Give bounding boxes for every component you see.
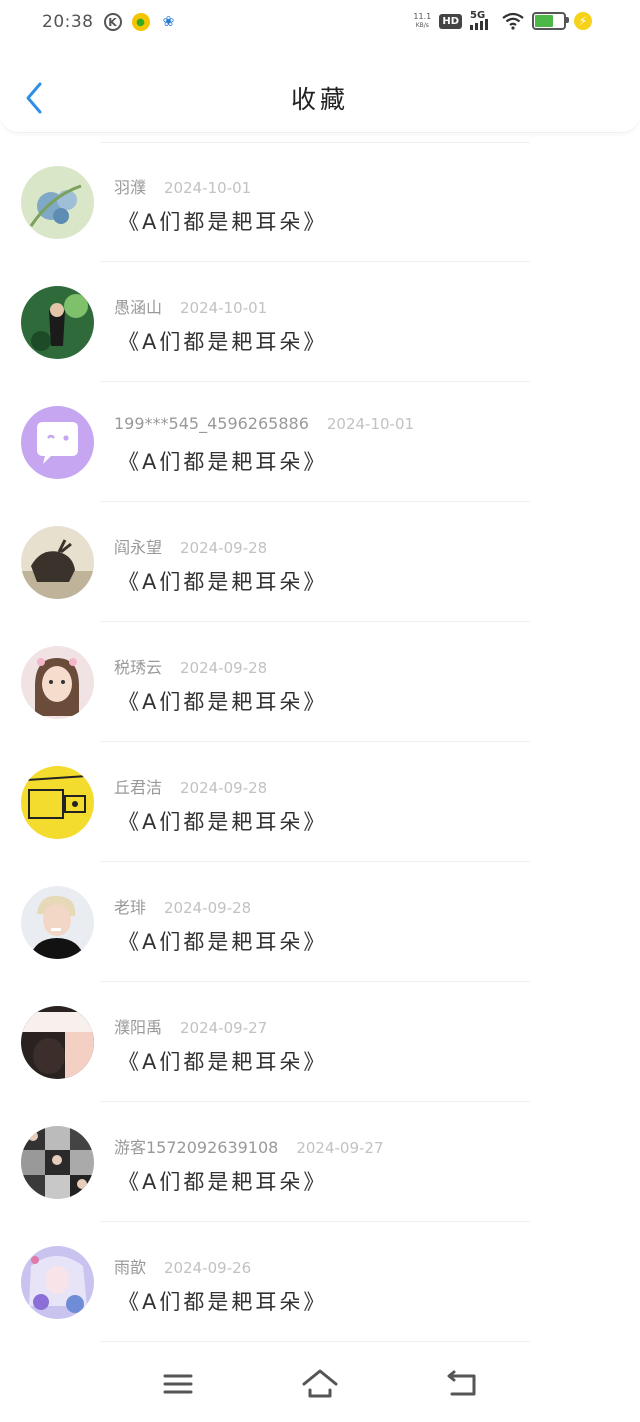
avatar[interactable]: [21, 646, 94, 719]
avatar[interactable]: [21, 1126, 94, 1199]
app-icon: ●: [131, 13, 150, 31]
hd-icon: HD: [439, 13, 462, 29]
avatar[interactable]: [21, 1246, 94, 1319]
home-button[interactable]: [300, 1368, 340, 1400]
date: 2024-09-28: [180, 779, 268, 797]
book-title[interactable]: 《A们都是耙耳朵》: [118, 686, 327, 716]
signal-icon: 5G: [470, 10, 494, 30]
system-nav-bar: [0, 1342, 640, 1422]
list-item[interactable]: 丘君洁 2024-09-28 《A们都是耙耳朵》: [0, 742, 640, 862]
username: 愚涵山: [114, 298, 163, 317]
status-bar: 20:38 K ● ❀ 11.1 KB/s HD 5G ⚡: [0, 0, 640, 50]
username: 游客1572092639108: [114, 1138, 279, 1157]
net-speed-value: 11.1: [413, 12, 432, 21]
avatar[interactable]: [21, 886, 94, 959]
username: 老琲: [114, 898, 147, 917]
list-item[interactable]: 游客1572092639108 2024-09-27 《A们都是耙耳朵》: [0, 1102, 640, 1222]
date: 2024-09-28: [180, 659, 268, 677]
book-title[interactable]: 《A们都是耙耳朵》: [118, 206, 327, 236]
status-time: 20:38: [42, 12, 94, 32]
book-title[interactable]: 《A们都是耙耳朵》: [118, 326, 327, 356]
avatar[interactable]: [21, 766, 94, 839]
list-item[interactable]: 阎永望 2024-09-28 《A们都是耙耳朵》: [0, 502, 640, 622]
book-title[interactable]: 《A们都是耙耳朵》: [118, 806, 327, 836]
charging-icon: ⚡: [574, 12, 592, 30]
back-icon: [447, 1370, 476, 1396]
book-title[interactable]: 《A们都是耙耳朵》: [118, 926, 327, 956]
avatar[interactable]: [21, 166, 94, 239]
username: 丘君洁: [114, 778, 163, 797]
book-title[interactable]: 《A们都是耙耳朵》: [118, 1046, 327, 1076]
favorites-list: 羽濮 2024-10-01 《A们都是耙耳朵》 愚涵山 2024-10-01 《A们…: [0, 142, 640, 1342]
battery-icon: [532, 12, 569, 30]
username: 199***545_4596265886: [114, 414, 309, 433]
date: 2024-09-28: [164, 899, 252, 917]
username: 濮阳禹: [114, 1018, 163, 1037]
k-icon: K: [103, 13, 122, 31]
avatar[interactable]: [21, 526, 94, 599]
home-icon: [302, 1369, 338, 1398]
page-title: 收藏: [290, 85, 349, 114]
book-title[interactable]: 《A们都是耙耳朵》: [118, 566, 327, 596]
list-item[interactable]: 老琲 2024-09-28 《A们都是耙耳朵》: [0, 862, 640, 982]
list-item[interactable]: 税琇云 2024-09-28 《A们都是耙耳朵》: [0, 622, 640, 742]
date: 2024-09-28: [180, 539, 268, 557]
book-title[interactable]: 《A们都是耙耳朵》: [118, 1286, 327, 1316]
avatar[interactable]: [21, 406, 94, 479]
date: 2024-09-27: [296, 1139, 384, 1157]
signal-label: 5G: [470, 10, 486, 21]
list-item[interactable]: 羽濮 2024-10-01 《A们都是耙耳朵》: [0, 142, 640, 262]
username: 税琇云: [114, 658, 163, 677]
net-speed: 11.1 KB/s: [413, 12, 431, 30]
wifi-icon: [502, 12, 524, 30]
username: 雨歆: [114, 1258, 147, 1277]
header-bar: 收藏: [0, 50, 640, 133]
list-item[interactable]: 愚涵山 2024-10-01 《A们都是耙耳朵》: [0, 262, 640, 382]
date: 2024-10-01: [326, 415, 415, 433]
date: 2024-10-01: [164, 179, 252, 197]
username: 阎永望: [114, 538, 163, 557]
book-title[interactable]: 《A们都是耙耳朵》: [118, 1166, 327, 1196]
list-item[interactable]: 雨歆 2024-09-26 《A们都是耙耳朵》: [0, 1222, 640, 1342]
avatar[interactable]: [21, 1006, 94, 1079]
menu-button[interactable]: [158, 1368, 198, 1400]
avatar[interactable]: [21, 286, 94, 359]
username: 羽濮: [114, 178, 147, 197]
list-item[interactable]: 199***545_4596265886 2024-10-01 《A们都是耙耳朵》: [0, 382, 640, 502]
date: 2024-09-27: [180, 1019, 268, 1037]
date: 2024-10-01: [180, 299, 268, 317]
book-title[interactable]: 《A们都是耙耳朵》: [118, 446, 327, 476]
net-speed-unit: KB/s: [415, 22, 429, 29]
list-item[interactable]: 濮阳禹 2024-09-27 《A们都是耙耳朵》: [0, 982, 640, 1102]
paw-icon: ❀: [162, 14, 175, 30]
return-button[interactable]: [442, 1368, 482, 1400]
date: 2024-09-26: [164, 1259, 252, 1277]
menu-icon: [163, 1374, 193, 1394]
